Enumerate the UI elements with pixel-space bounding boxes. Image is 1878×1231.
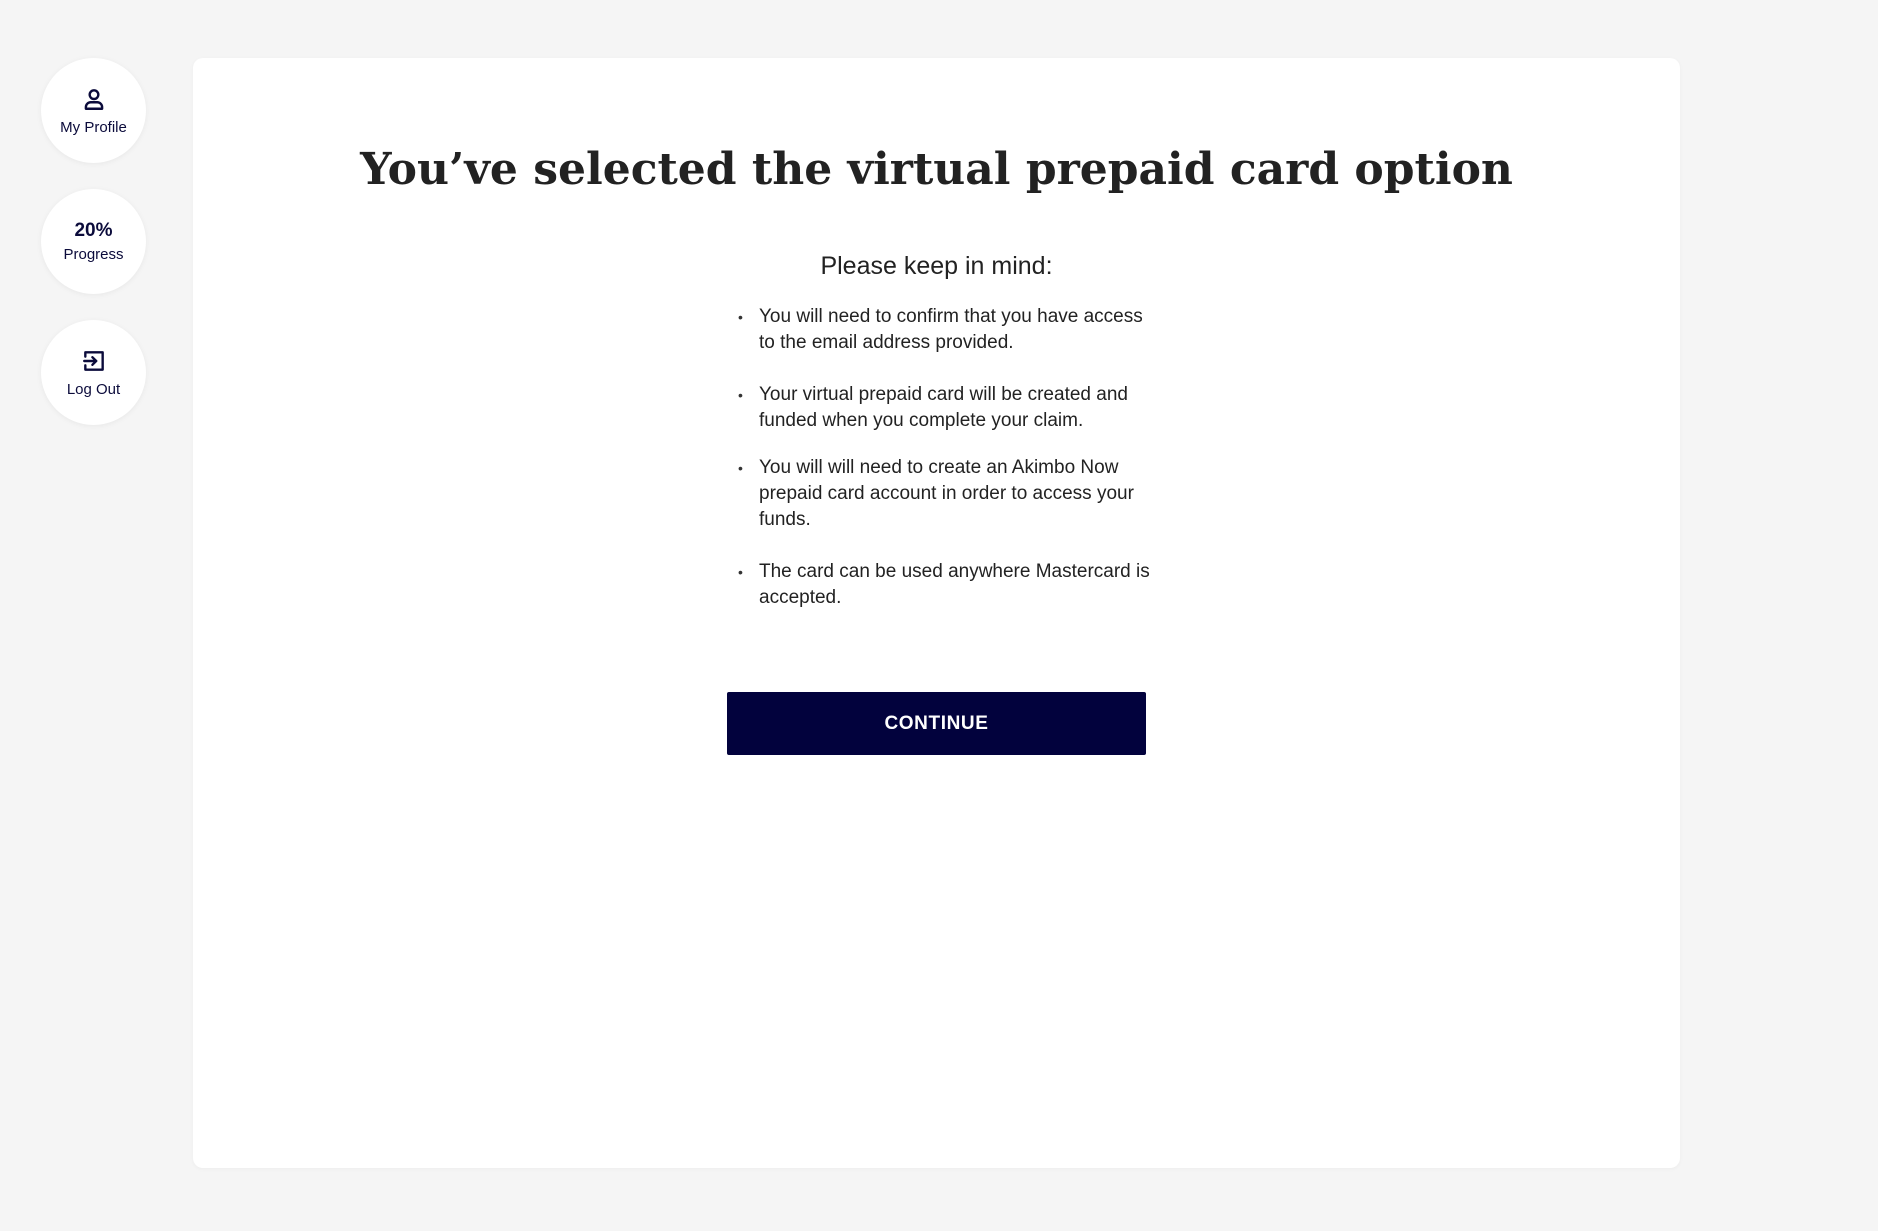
my-profile-button[interactable]: My Profile: [41, 58, 146, 163]
continue-button[interactable]: CONTINUE: [727, 692, 1146, 755]
logout-icon: [80, 347, 108, 375]
log-out-label: Log Out: [66, 380, 121, 398]
list-item: The card can be used anywhere Mastercard…: [738, 559, 1158, 611]
log-out-button[interactable]: Log Out: [41, 320, 146, 425]
progress-indicator[interactable]: 20% Progress: [41, 189, 146, 294]
side-nav: My Profile 20% Progress Log Out: [41, 58, 146, 451]
progress-value: 20%: [74, 219, 113, 241]
list-item: You will need to confirm that you have a…: [738, 304, 1158, 356]
main-card: You’ve selected the virtual prepaid card…: [193, 58, 1680, 1168]
keep-in-mind-heading: Please keep in mind:: [820, 252, 1053, 280]
page-title: You’ve selected the virtual prepaid card…: [360, 144, 1513, 195]
info-list: You will need to confirm that you have a…: [738, 304, 1158, 637]
list-item: Your virtual prepaid card will be create…: [738, 382, 1158, 434]
user-icon: [80, 85, 108, 113]
my-profile-label: My Profile: [60, 118, 127, 136]
progress-label: Progress: [63, 245, 124, 263]
list-item: You will will need to create an Akimbo N…: [738, 455, 1158, 533]
